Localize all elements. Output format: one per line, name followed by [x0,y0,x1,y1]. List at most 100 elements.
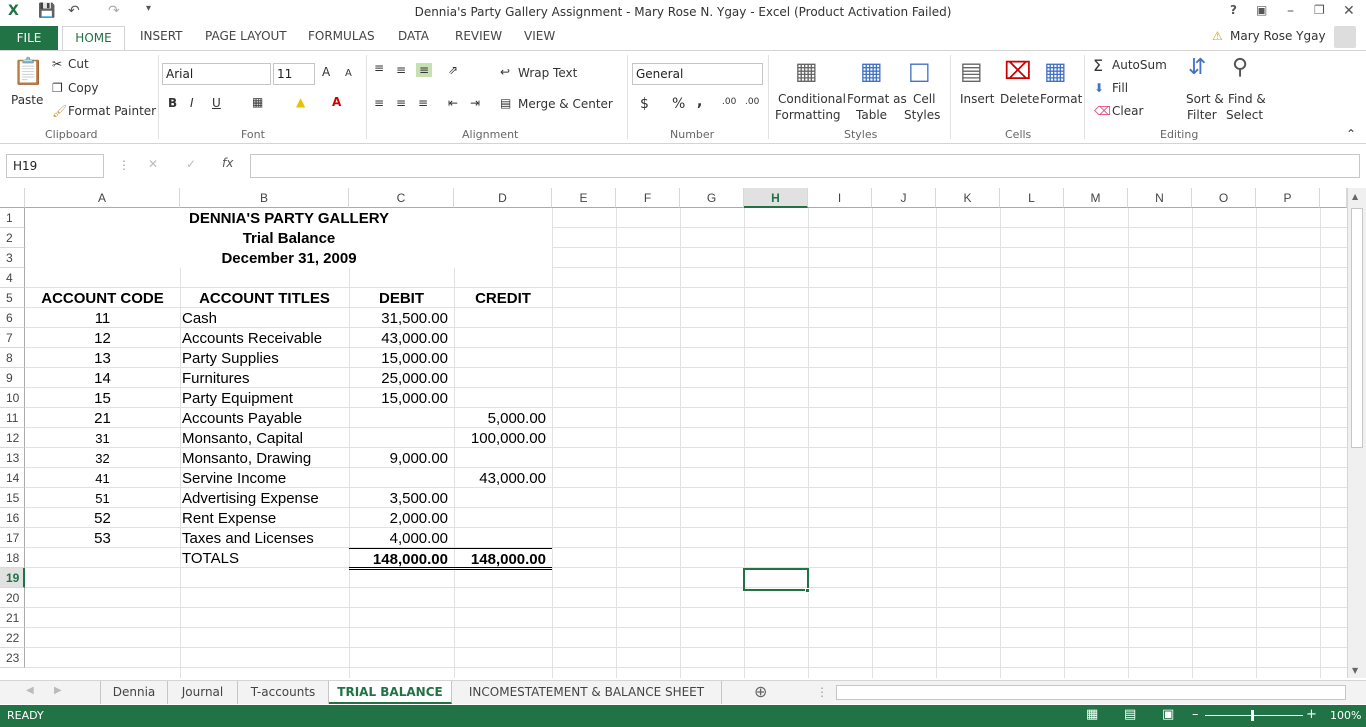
tab-split-icon[interactable]: ⋮ [816,685,828,699]
horizontal-scrollbar[interactable] [836,685,1346,700]
account-title[interactable]: Servine Income [180,468,349,488]
sort-filter-label2[interactable]: Filter [1187,108,1217,122]
tab-view[interactable]: VIEW [524,29,555,43]
align-top-icon[interactable]: ≡ [374,61,384,75]
format-as-table-icon[interactable]: ▦ [860,57,883,85]
debit-value[interactable]: 25,000.00 [349,368,454,388]
sheet-tab-incomestatement[interactable]: INCOMESTATEMENT & BALANCE SHEET [452,681,722,704]
format-as-table-button[interactable]: Format as [847,92,907,106]
merge-icon[interactable]: ▤ [500,96,511,110]
find-select-button[interactable]: Find & [1228,92,1266,106]
italic-button[interactable]: I [190,96,194,110]
account-code[interactable]: 12 [25,328,180,348]
copy-button[interactable]: Copy [68,81,98,95]
row-header[interactable]: 4 [0,268,25,288]
font-size-select[interactable]: 11 [273,63,315,85]
user-name[interactable]: Mary Rose Ygay [1230,29,1326,43]
zoom-in-icon[interactable]: + [1306,707,1317,722]
credit-value[interactable] [454,308,552,328]
credit-value[interactable]: 43,000.00 [454,468,552,488]
delete-cells-icon[interactable]: ⌧ [1004,57,1032,85]
scroll-thumb[interactable] [1351,208,1363,448]
column-header[interactable]: F [616,188,680,208]
restore-icon[interactable]: ❐ [1314,3,1325,17]
row-header[interactable]: 18 [0,548,25,568]
debit-value[interactable]: 2,000.00 [349,508,454,528]
tab-page-layout[interactable]: PAGE LAYOUT [205,29,287,43]
decrease-decimal-button[interactable]: .00 [745,97,759,107]
sheet-tab-trial-balance[interactable]: TRIAL BALANCE [329,681,452,704]
align-bottom-icon[interactable]: ≡ [416,63,433,77]
page-layout-view-icon[interactable]: ▤ [1124,707,1136,722]
row-header[interactable]: 20 [0,588,25,608]
debit-value[interactable]: 9,000.00 [349,448,454,468]
spreadsheet-grid[interactable]: A B C D E F G H I J K L M N O P 1 2 3 4 … [0,188,1347,678]
row-header[interactable]: 21 [0,608,25,628]
cell-styles-icon[interactable]: □ [908,57,931,85]
sort-filter-icon[interactable]: ⇵ [1188,55,1206,80]
row-header[interactable]: 12 [0,428,25,448]
zoom-slider-thumb[interactable] [1251,710,1254,721]
currency-button[interactable]: $ [640,96,649,112]
tab-insert[interactable]: INSERT [140,29,183,43]
account-title[interactable]: Cash [180,308,349,328]
cell-styles-button[interactable]: Cell [913,92,935,106]
increase-indent-icon[interactable]: ⇥ [470,96,480,110]
credit-value[interactable] [454,448,552,468]
fill-button[interactable]: Fill [1112,81,1128,95]
fill-icon[interactable]: ⬇ [1094,81,1104,95]
decrease-indent-icon[interactable]: ⇤ [448,96,458,110]
account-code[interactable]: 32 [25,448,180,468]
sheet-tab-journal[interactable]: Journal [168,681,238,704]
next-sheet-icon[interactable]: ▶ [54,685,62,696]
percent-button[interactable]: % [672,96,685,112]
close-icon[interactable]: ✕ [1343,3,1355,19]
column-header[interactable]: K [936,188,1000,208]
column-header[interactable]: D [454,188,552,208]
align-right-icon[interactable]: ≡ [418,96,428,110]
scroll-up-icon[interactable]: ▲ [1352,192,1358,201]
row-header-selected[interactable]: 19 [0,568,25,588]
prev-sheet-icon[interactable]: ◀ [26,685,34,696]
account-title[interactable]: Accounts Payable [180,408,349,428]
tab-data[interactable]: DATA [398,29,429,43]
row-header[interactable]: 11 [0,408,25,428]
merge-center-button[interactable]: Merge & Center [518,97,613,111]
insert-function-button[interactable]: fx [222,156,233,170]
font-name-select[interactable]: Arial [162,63,271,85]
row-header[interactable]: 3 [0,248,25,268]
name-box[interactable]: H19 [6,154,104,178]
zoom-level[interactable]: 100% [1330,709,1361,722]
clear-button[interactable]: Clear [1112,104,1143,118]
credit-value[interactable] [454,508,552,528]
row-header[interactable]: 9 [0,368,25,388]
account-title[interactable]: Rent Expense [180,508,349,528]
cut-icon[interactable]: ✂ [52,57,62,71]
credit-value[interactable] [454,328,552,348]
debit-value[interactable] [349,468,454,488]
column-header[interactable]: L [1000,188,1064,208]
account-title[interactable]: Advertising Expense [180,488,349,508]
font-color-icon[interactable]: A [332,95,341,109]
page-break-view-icon[interactable]: ▣ [1162,707,1174,722]
sheet-tab-t-accounts[interactable]: T-accounts [238,681,329,704]
account-title[interactable]: Monsanto, Drawing [180,448,349,468]
minimize-icon[interactable]: – [1287,3,1294,19]
debit-value[interactable]: 3,500.00 [349,488,454,508]
vertical-scrollbar[interactable]: ▲ ▼ [1347,188,1366,678]
insert-cells-button[interactable]: Insert [960,92,994,106]
column-header[interactable]: G [680,188,744,208]
paste-icon[interactable]: 📋 [12,57,44,87]
sort-filter-button[interactable]: Sort & [1186,92,1224,106]
column-header[interactable]: B [180,188,349,208]
row-header[interactable]: 15 [0,488,25,508]
column-header[interactable]: P [1256,188,1320,208]
conditional-formatting-button[interactable]: Conditional [778,92,846,106]
sheet-tab-dennia[interactable]: Dennia [100,681,168,704]
credit-value[interactable] [454,488,552,508]
format-cells-icon[interactable]: ▦ [1044,57,1067,85]
help-button[interactable]: ? [1230,3,1237,17]
column-header[interactable]: A [25,188,180,208]
conditional-formatting-icon[interactable]: ▦ [795,57,818,85]
cut-button[interactable]: Cut [68,57,89,71]
